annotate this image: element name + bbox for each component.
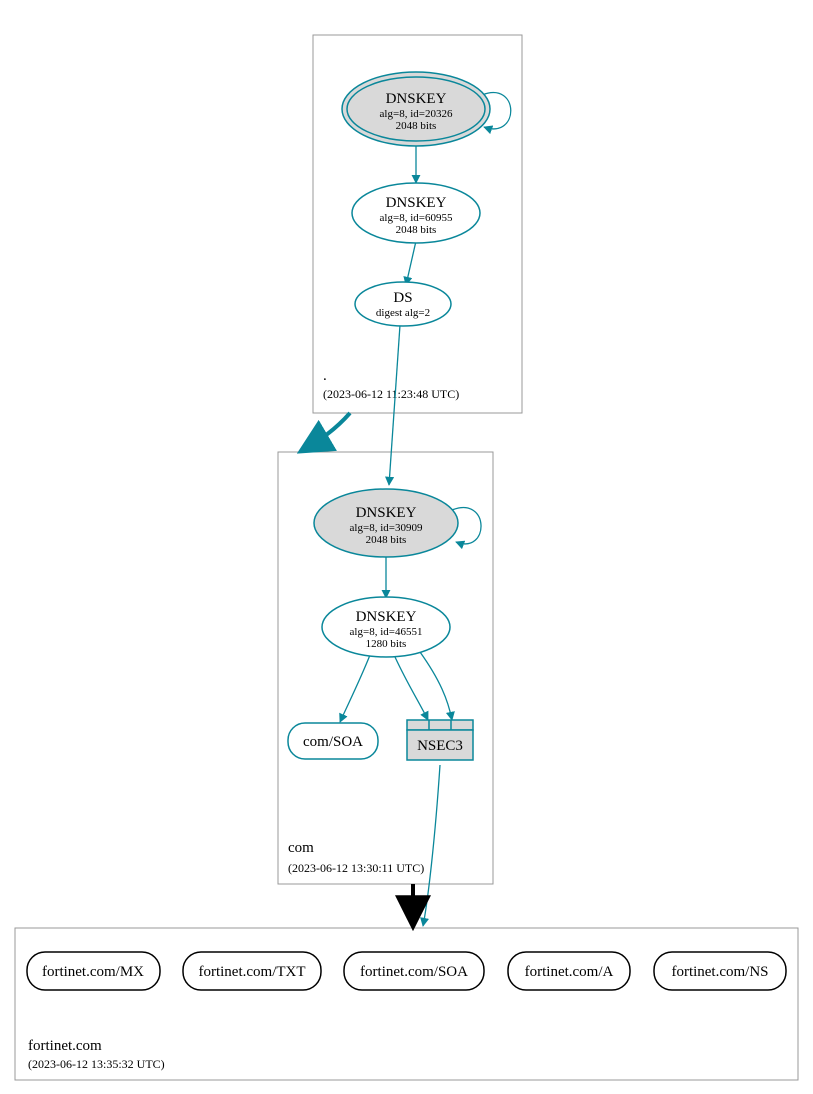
node-root-ds: DS digest alg=2 [355,282,451,326]
node-com-ksk-title: DNSKEY [356,505,417,521]
node-com-zsk: DNSKEY alg=8, id=46551 1280 bits [322,597,450,657]
zone-com-timestamp: (2023-06-12 13:30:11 UTC) [288,861,424,875]
edge-com-zsk-nsec3-r [420,652,452,720]
edge-root-zsk-ds [406,241,416,285]
edge-ds-comksk [389,325,400,485]
edge-com-zsk-soa [340,655,370,722]
zone-fortinet-timestamp: (2023-06-12 13:35:32 UTC) [28,1057,165,1071]
node-fortinet-ns: fortinet.com/NS [654,952,786,990]
node-root-zsk-line1: alg=8, id=60955 [380,212,453,224]
node-fortinet-mx-title: fortinet.com/MX [42,964,144,980]
zone-com-label: com [288,840,314,856]
node-fortinet-soa: fortinet.com/SOA [344,952,484,990]
node-com-ksk-line2: 2048 bits [366,534,407,546]
node-root-zsk-title: DNSKEY [386,195,447,211]
node-com-ksk-line1: alg=8, id=30909 [350,522,423,534]
node-root-ds-title: DS [393,290,412,306]
node-root-ds-line1: digest alg=2 [376,307,430,319]
node-fortinet-a-title: fortinet.com/A [525,964,614,980]
node-com-zsk-line1: alg=8, id=46551 [350,626,423,638]
node-fortinet-a: fortinet.com/A [508,952,630,990]
node-com-ksk: DNSKEY alg=8, id=30909 2048 bits [314,489,458,557]
node-root-ksk-title: DNSKEY [386,91,447,107]
node-com-nsec3: NSEC3 [407,720,473,760]
node-root-ksk-line2: 2048 bits [396,120,437,132]
node-com-nsec3-title: NSEC3 [417,738,463,754]
zone-root-label: . [323,368,327,384]
node-com-soa: com/SOA [288,723,378,759]
edge-com-zsk-nsec3-l [395,657,428,720]
node-fortinet-txt-title: fortinet.com/TXT [198,964,305,980]
node-root-ksk: DNSKEY alg=8, id=20326 2048 bits [342,72,490,146]
node-root-zsk: DNSKEY alg=8, id=60955 2048 bits [352,183,480,243]
zone-root-timestamp: (2023-06-12 11:23:48 UTC) [323,387,459,401]
edge-nsec3-fortinet [423,765,440,926]
node-fortinet-txt: fortinet.com/TXT [183,952,321,990]
node-root-zsk-line2: 2048 bits [396,224,437,236]
edge-root-com-delegation [303,413,350,450]
node-com-zsk-title: DNSKEY [356,609,417,625]
node-com-soa-title: com/SOA [303,734,363,750]
node-fortinet-ns-title: fortinet.com/NS [671,964,768,980]
zone-fortinet-label: fortinet.com [28,1038,102,1054]
node-fortinet-mx: fortinet.com/MX [27,952,160,990]
node-fortinet-soa-title: fortinet.com/SOA [360,964,468,980]
node-root-ksk-line1: alg=8, id=20326 [380,108,453,120]
node-com-zsk-line2: 1280 bits [366,638,407,650]
